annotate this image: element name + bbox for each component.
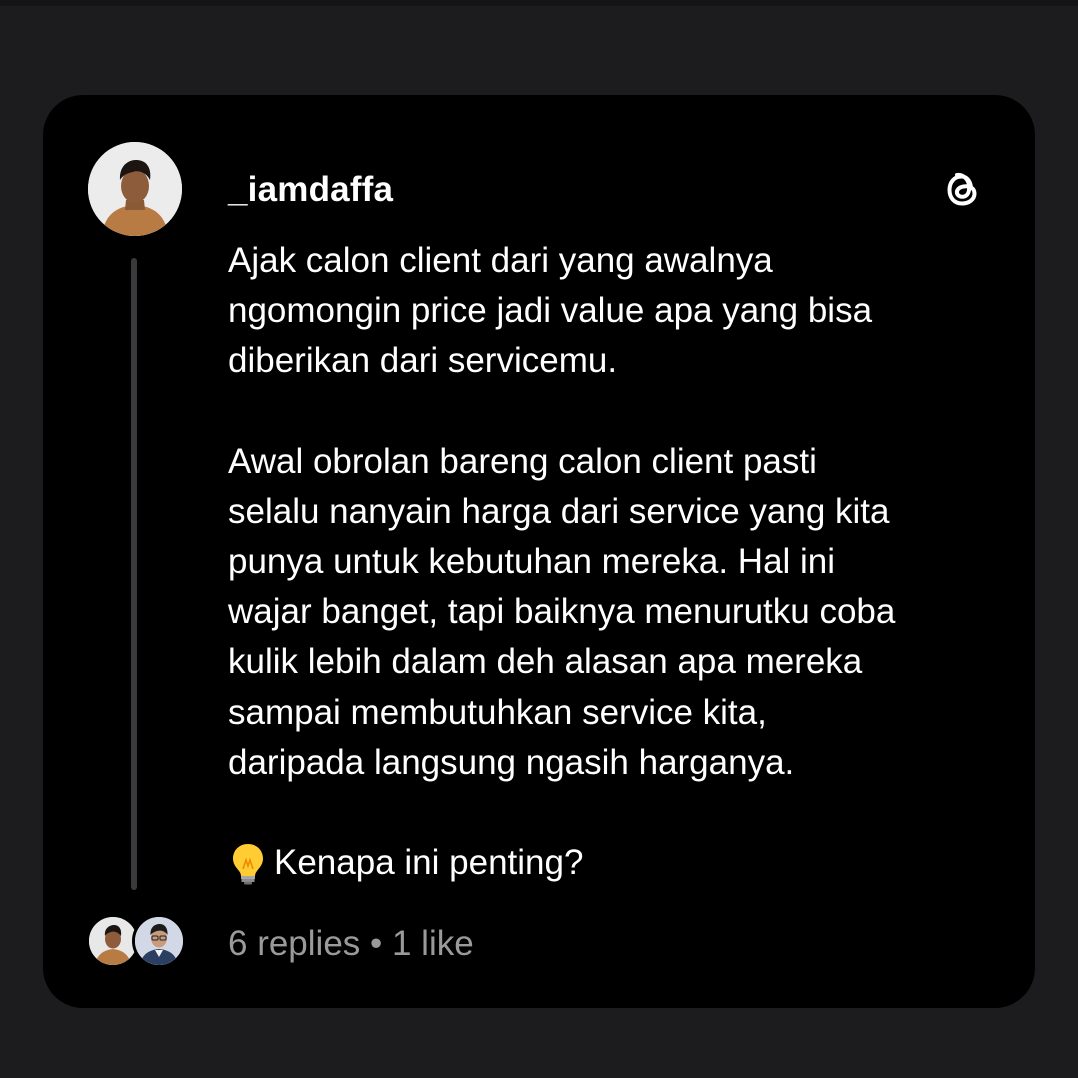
reply-avatar [132, 914, 186, 968]
author-avatar[interactable] [88, 142, 182, 236]
thread-connector-line [131, 258, 137, 890]
post-body: Ajak calon client dari yang awalnya ngom… [228, 236, 1008, 888]
post-paragraph: Ajak calon client dari yang awalnya ngom… [228, 241, 873, 381]
lightbulb-icon [228, 841, 268, 885]
post-stats[interactable]: 6 replies • 1 like [228, 920, 474, 968]
post-paragraph: Awal obrolan bareng calon client pasti s… [228, 441, 896, 782]
author-avatar-image [88, 142, 182, 236]
author-username[interactable]: _iamdaffa [228, 168, 393, 212]
top-bar-strip [0, 0, 1078, 6]
highlight-text: Kenapa ini penting? [274, 843, 584, 883]
threads-logo-icon [938, 166, 986, 214]
highlight-line: Kenapa ini penting? [228, 838, 1008, 888]
reply-avatars[interactable] [86, 914, 186, 968]
